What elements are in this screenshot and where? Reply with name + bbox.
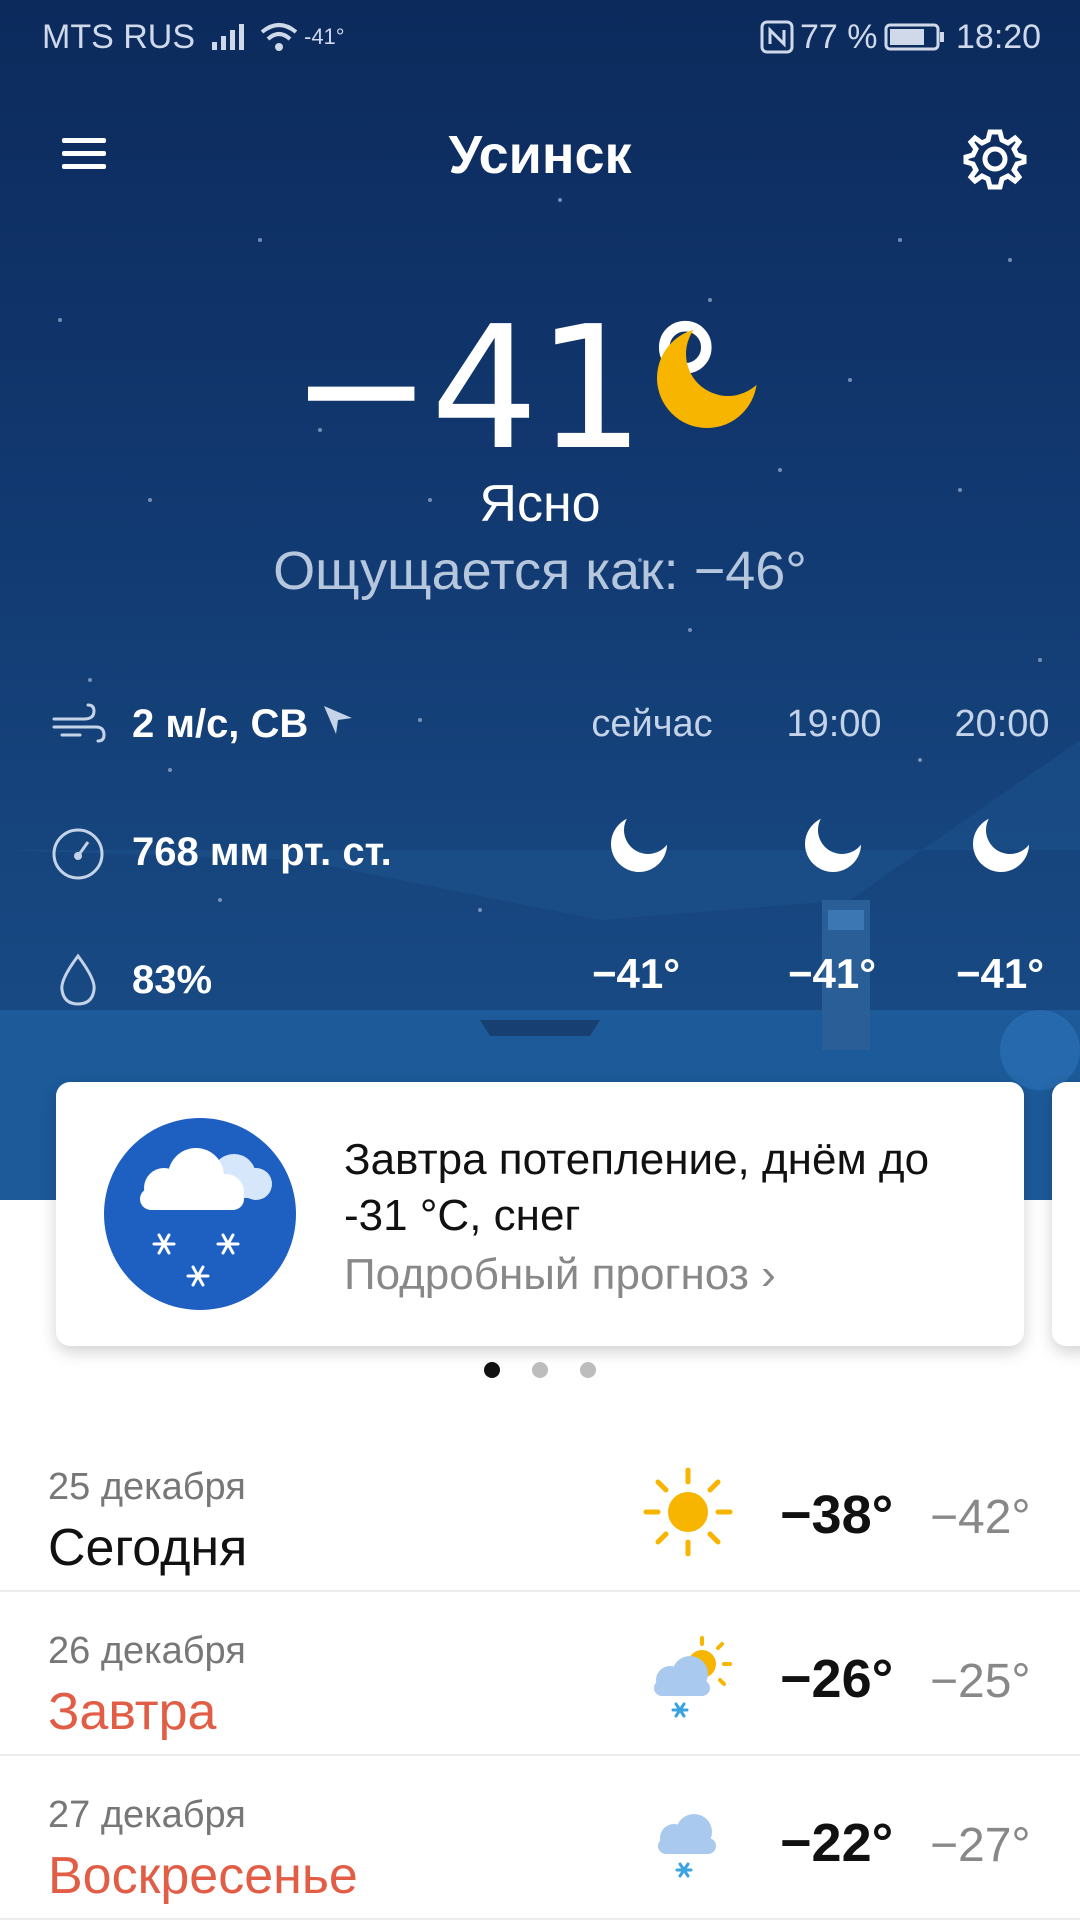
day-date: 27 декабря <box>48 1794 246 1836</box>
status-bar: MTS RUS -41° 77 % 18:20 <box>0 0 1080 75</box>
signal-icon <box>212 24 244 50</box>
condition-label: Ясно <box>479 475 601 533</box>
daily-forecast-row[interactable]: 25 декабря Сегодня −38° −42° <box>0 1428 1080 1592</box>
moon-icon <box>805 816 861 872</box>
pager-dots <box>0 1362 1080 1383</box>
pager-dot[interactable] <box>532 1362 548 1378</box>
hourly-label: 19:00 <box>786 703 882 745</box>
wifi-icon <box>260 23 298 51</box>
moon-icon <box>973 816 1029 872</box>
day-min-temp: −25° <box>930 1655 1031 1708</box>
day-max-temp: −38° <box>780 1485 894 1545</box>
humidity-value: 83% <box>132 958 213 1002</box>
pressure-value: 768 мм рт. ст. <box>132 830 392 874</box>
day-max-temp: −26° <box>780 1649 894 1709</box>
clock: 18:20 <box>956 18 1042 56</box>
hourly-label: сейчас <box>591 703 713 745</box>
detailed-forecast-link[interactable]: Подробный прогноз › <box>344 1250 776 1300</box>
day-min-temp: −27° <box>930 1819 1031 1872</box>
moon-icon <box>611 816 667 872</box>
daily-forecast-row[interactable]: 26 декабря Завтра −26° −25° <box>0 1592 1080 1756</box>
nfc-icon <box>760 20 794 54</box>
sun-icon <box>643 1467 733 1557</box>
hourly-label: 20:00 <box>954 703 1050 745</box>
next-card-peek[interactable] <box>1052 1082 1080 1346</box>
wind-direction-arrow-icon <box>324 706 352 734</box>
city-title[interactable]: Усинск <box>0 124 1080 186</box>
day-date: 26 декабря <box>48 1630 246 1672</box>
wind-icon <box>52 703 106 743</box>
feels-like-label: Ощущается как: −46° <box>273 541 807 601</box>
wind-value: 2 м/с, СВ <box>132 702 309 746</box>
cloud-snow-icon <box>658 1814 716 1878</box>
day-name: Воскресенье <box>48 1847 358 1905</box>
pressure-gauge-icon <box>52 828 104 880</box>
forecast-alert-card[interactable]: Завтра потепление, днём до -31 °С, снег … <box>56 1082 1024 1346</box>
carrier-label: MTS RUS <box>42 18 195 56</box>
humidity-drop-icon <box>60 953 96 1006</box>
gear-icon[interactable] <box>960 124 1030 194</box>
cloud-sun-snow-icon <box>654 1636 732 1718</box>
day-min-temp: −42° <box>930 1491 1031 1544</box>
day-max-temp: −22° <box>780 1813 894 1873</box>
battery-percent: 77 % <box>800 18 878 56</box>
hourly-temperature: −41° <box>591 950 681 997</box>
pager-dot[interactable] <box>484 1362 500 1378</box>
battery-icon <box>884 23 944 51</box>
alert-title: Завтра потепление, днём до -31 °С, снег <box>344 1135 930 1240</box>
status-temperature: -41° <box>304 24 345 49</box>
hourly-temperature: −41° <box>787 950 877 997</box>
daily-forecast-row[interactable]: 27 декабря Воскресенье −22° −27° <box>0 1756 1080 1920</box>
hourly-temperature: −41° <box>955 950 1045 997</box>
day-date: 25 декабря <box>48 1466 246 1508</box>
day-name: Сегодня <box>48 1519 248 1577</box>
moon-icon <box>657 328 757 428</box>
pager-dot[interactable] <box>580 1362 596 1378</box>
cloud-snow-icon <box>104 1118 296 1310</box>
day-name: Завтра <box>48 1683 217 1741</box>
